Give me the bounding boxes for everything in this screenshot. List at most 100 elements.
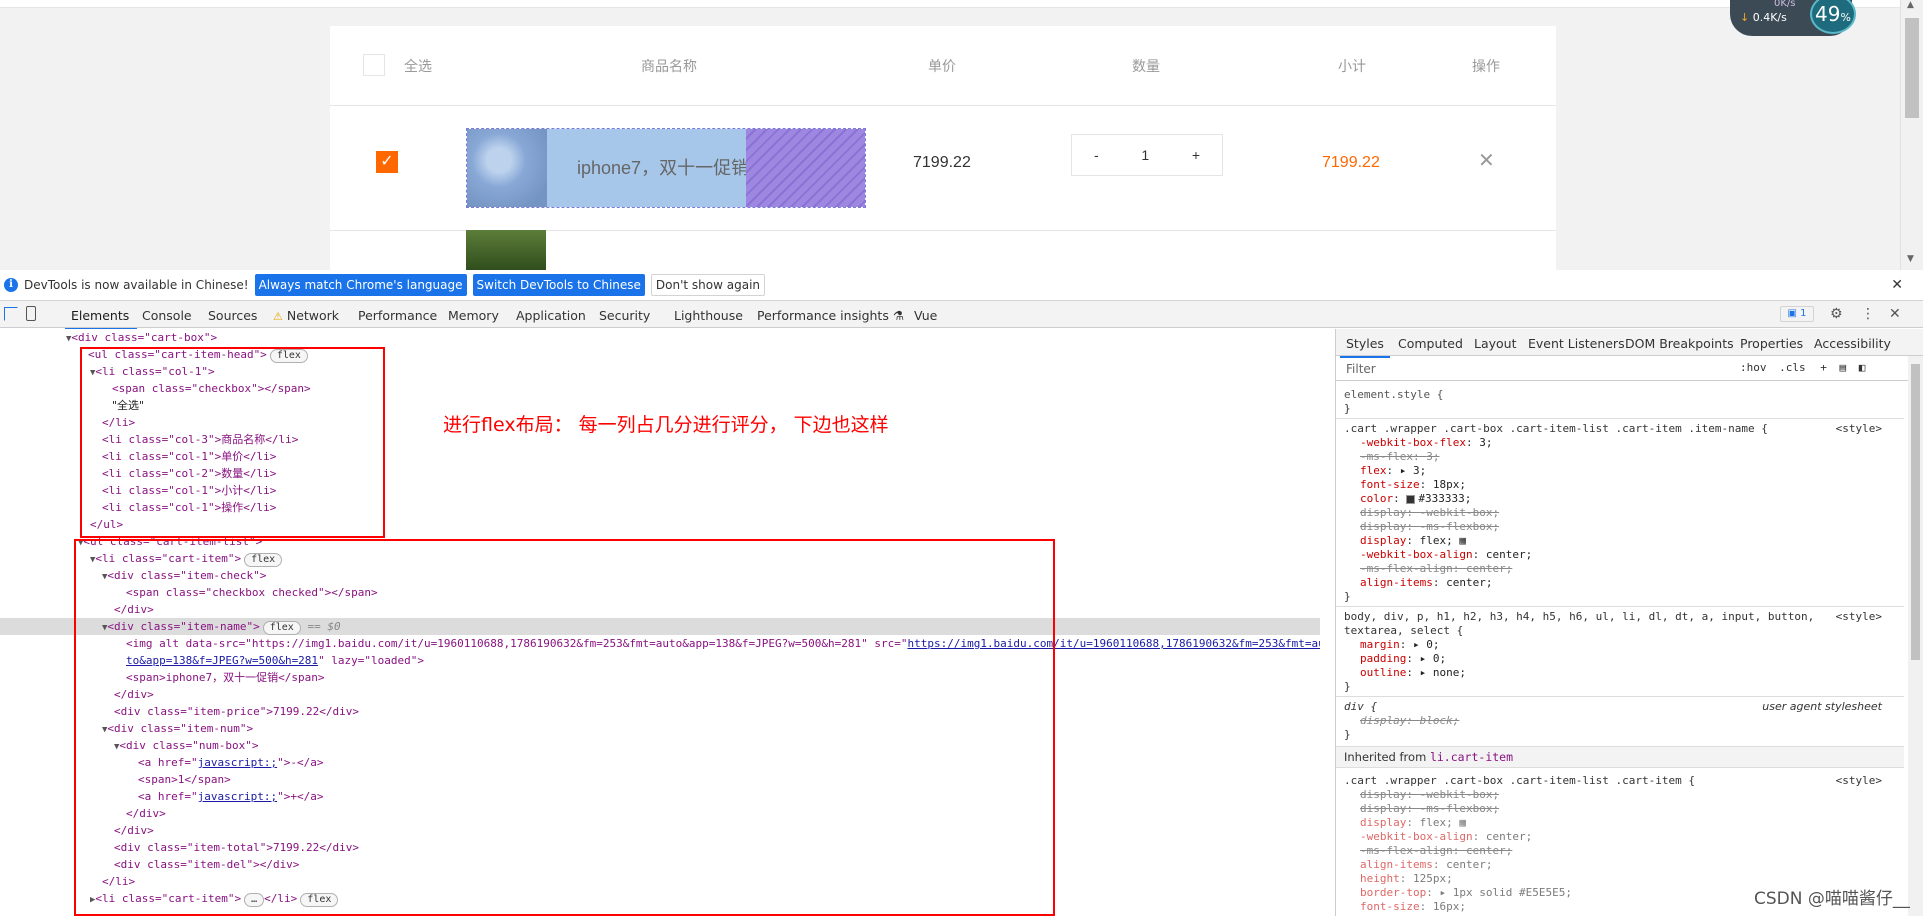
match-language-button[interactable]: Always match Chrome's language (254, 274, 467, 296)
inherited-label: Inherited from (1344, 750, 1430, 764)
prop-name: display (1360, 506, 1407, 519)
rule4-prop[interactable]: align-items: center; (1360, 858, 1492, 872)
elements-panel: ▼<div class="cart-box"> <ul class="cart-… (0, 329, 1320, 916)
rule1-selector[interactable]: .cart .wrapper .cart-box .cart-item-list… (1344, 422, 1768, 436)
product-image (467, 129, 547, 207)
item-checkbox-checked[interactable]: ✓ (376, 151, 398, 173)
item-price: 7199.22 (913, 154, 971, 171)
rule1-prop-struck[interactable]: -ms-flex-align: center; (1360, 562, 1512, 576)
rule4-prop[interactable]: display: flex; ▦ (1360, 816, 1466, 830)
tab-computed[interactable]: Computed (1398, 336, 1463, 351)
tab-console[interactable]: Console (142, 308, 192, 323)
prop-value: flex; (1419, 816, 1453, 829)
rule4-prop[interactable]: -webkit-box-align: center; (1360, 830, 1532, 844)
tab-vue[interactable]: Vue (914, 308, 937, 323)
rule3-selector[interactable]: div { (1344, 700, 1377, 714)
rule1-prop-struck[interactable]: -ms-flex: 3; (1360, 450, 1439, 464)
filter-input[interactable]: Filter (1346, 362, 1376, 376)
tab-security[interactable]: Security (599, 308, 650, 323)
tab-network[interactable]: ⚠ Network (273, 308, 339, 323)
prop-value: 18px; (1432, 478, 1466, 491)
tab-styles[interactable]: Styles (1340, 336, 1390, 358)
more-options-icon[interactable]: ⋮ (1861, 306, 1875, 322)
delete-icon[interactable]: ✕ (1478, 148, 1495, 173)
tab-event-listeners[interactable]: Event Listeners (1528, 336, 1625, 351)
tab-dom-breakpoints[interactable]: DOM Breakpoints (1625, 336, 1734, 351)
settings-gear-icon[interactable]: ⚙ (1830, 306, 1843, 322)
rule1-prop-struck[interactable]: display: -ms-flexbox; (1360, 520, 1499, 534)
tab-performance[interactable]: Performance (358, 308, 437, 323)
select-all-checkbox[interactable] (363, 54, 385, 76)
rule4-prop[interactable]: font-size: 16px; (1360, 900, 1466, 914)
inspect-element-icon[interactable] (4, 307, 18, 321)
flex-editor-icon[interactable]: ▦ (1459, 816, 1466, 829)
minus-button[interactable]: - (1094, 147, 1099, 163)
tab-performance-insights[interactable]: Performance insights ⚗ (757, 308, 904, 323)
rule2-prop[interactable]: margin: ▸ 0; (1360, 638, 1440, 652)
paint-icon[interactable]: ▤ (1840, 361, 1847, 374)
inherited-selector[interactable]: li.cart-item (1430, 750, 1513, 764)
head-name: 商品名称 (641, 57, 697, 74)
hov-toggle[interactable]: :hov (1740, 361, 1767, 374)
rule2-selector-2[interactable]: textarea, select { (1344, 624, 1463, 638)
prop-value: block; (1419, 714, 1460, 727)
tab-layout[interactable]: Layout (1474, 336, 1517, 351)
rule4-prop[interactable]: border-top: ▸ 1px solid #E5E5E5; (1360, 886, 1572, 900)
rule2-prop[interactable]: padding: ▸ 0; (1360, 652, 1446, 666)
style-rules: element.style { } .cart .wrapper .cart-b… (1336, 382, 1904, 916)
rule2-prop[interactable]: outline: ▸ none; (1360, 666, 1466, 680)
rule3-prop-struck[interactable]: display: block; (1360, 714, 1459, 728)
device-toolbar-icon[interactable] (26, 306, 36, 321)
scroll-up-icon[interactable]: ▲ (1907, 0, 1914, 10)
scroll-down-icon[interactable]: ▼ (1907, 254, 1914, 264)
prop-value: 3; (1479, 436, 1493, 449)
element-style-selector[interactable]: element.style { (1344, 388, 1443, 402)
tab-accessibility[interactable]: Accessibility (1814, 336, 1891, 351)
page-scrollbar[interactable]: ▲ ▼ (1900, 0, 1923, 270)
rule1-prop[interactable]: color: #333333; (1360, 492, 1471, 506)
rule1-prop[interactable]: align-items: center; (1360, 576, 1492, 590)
rule1-prop-struck[interactable]: display: -webkit-box; (1360, 506, 1499, 520)
tab-elements[interactable]: Elements (64, 308, 138, 330)
percent-value: 49 (1815, 2, 1841, 26)
color-swatch[interactable] (1406, 494, 1416, 504)
rule1-prop[interactable]: -webkit-box-align: center; (1360, 548, 1532, 562)
prop-name: -ms-flex (1360, 450, 1413, 463)
rule1-prop[interactable]: flex: ▸ 3; (1360, 464, 1426, 478)
rule4-source-link[interactable]: <style> (1836, 774, 1882, 787)
switch-chinese-button[interactable]: Switch DevTools to Chinese (472, 274, 645, 296)
rule1-prop[interactable]: -webkit-box-flex: 3; (1360, 436, 1492, 450)
sidebar-toggle-icon[interactable]: ◧ (1859, 361, 1866, 374)
rule4-prop[interactable]: height: 125px; (1360, 872, 1453, 886)
plus-button[interactable]: + (1192, 147, 1200, 163)
messages-badge[interactable]: ▣ 1 (1780, 306, 1814, 322)
page-scroll-thumb[interactable] (1905, 18, 1919, 118)
styles-scroll-thumb[interactable] (1911, 364, 1920, 660)
item-total: 7199.22 (1322, 154, 1380, 171)
prop-value: -ms-flexbox; (1419, 802, 1500, 815)
tab-memory[interactable]: Memory (448, 308, 499, 323)
dom-line[interactable]: ▼<div class="cart-box"> (66, 329, 217, 346)
flex-editor-icon[interactable]: ▦ (1459, 534, 1466, 547)
rule1-prop[interactable]: display: flex; ▦ (1360, 534, 1466, 548)
rule2-source-link[interactable]: <style> (1836, 610, 1882, 623)
rule-separator (1336, 606, 1904, 607)
dont-show-again-button[interactable]: Don't show again (650, 274, 766, 296)
quantity-value: 1 (1141, 147, 1150, 163)
rule1-prop[interactable]: font-size: 18px; (1360, 478, 1466, 492)
rule4-prop-struck[interactable]: display: -webkit-box; (1360, 788, 1499, 802)
tab-lighthouse[interactable]: Lighthouse (674, 308, 743, 323)
rule4-selector[interactable]: .cart .wrapper .cart-box .cart-item-list… (1344, 774, 1695, 788)
tab-properties[interactable]: Properties (1740, 336, 1803, 351)
close-devtools-icon[interactable]: ✕ (1889, 306, 1901, 322)
rule4-prop-struck[interactable]: display: -ms-flexbox; (1360, 802, 1499, 816)
rule1-source-link[interactable]: <style> (1836, 422, 1882, 435)
new-rule-button[interactable]: + (1820, 361, 1827, 374)
cls-toggle[interactable]: .cls (1779, 361, 1806, 374)
close-icon[interactable]: ✕ (1891, 277, 1903, 293)
tab-sources[interactable]: Sources (208, 308, 257, 323)
rule4-prop-struck[interactable]: -ms-flex-align: center; (1360, 844, 1512, 858)
tab-application[interactable]: Application (516, 308, 586, 323)
rule2-selector-1[interactable]: body, div, p, h1, h2, h3, h4, h5, h6, ul… (1344, 610, 1814, 624)
styles-scrollbar[interactable] (1908, 356, 1923, 916)
